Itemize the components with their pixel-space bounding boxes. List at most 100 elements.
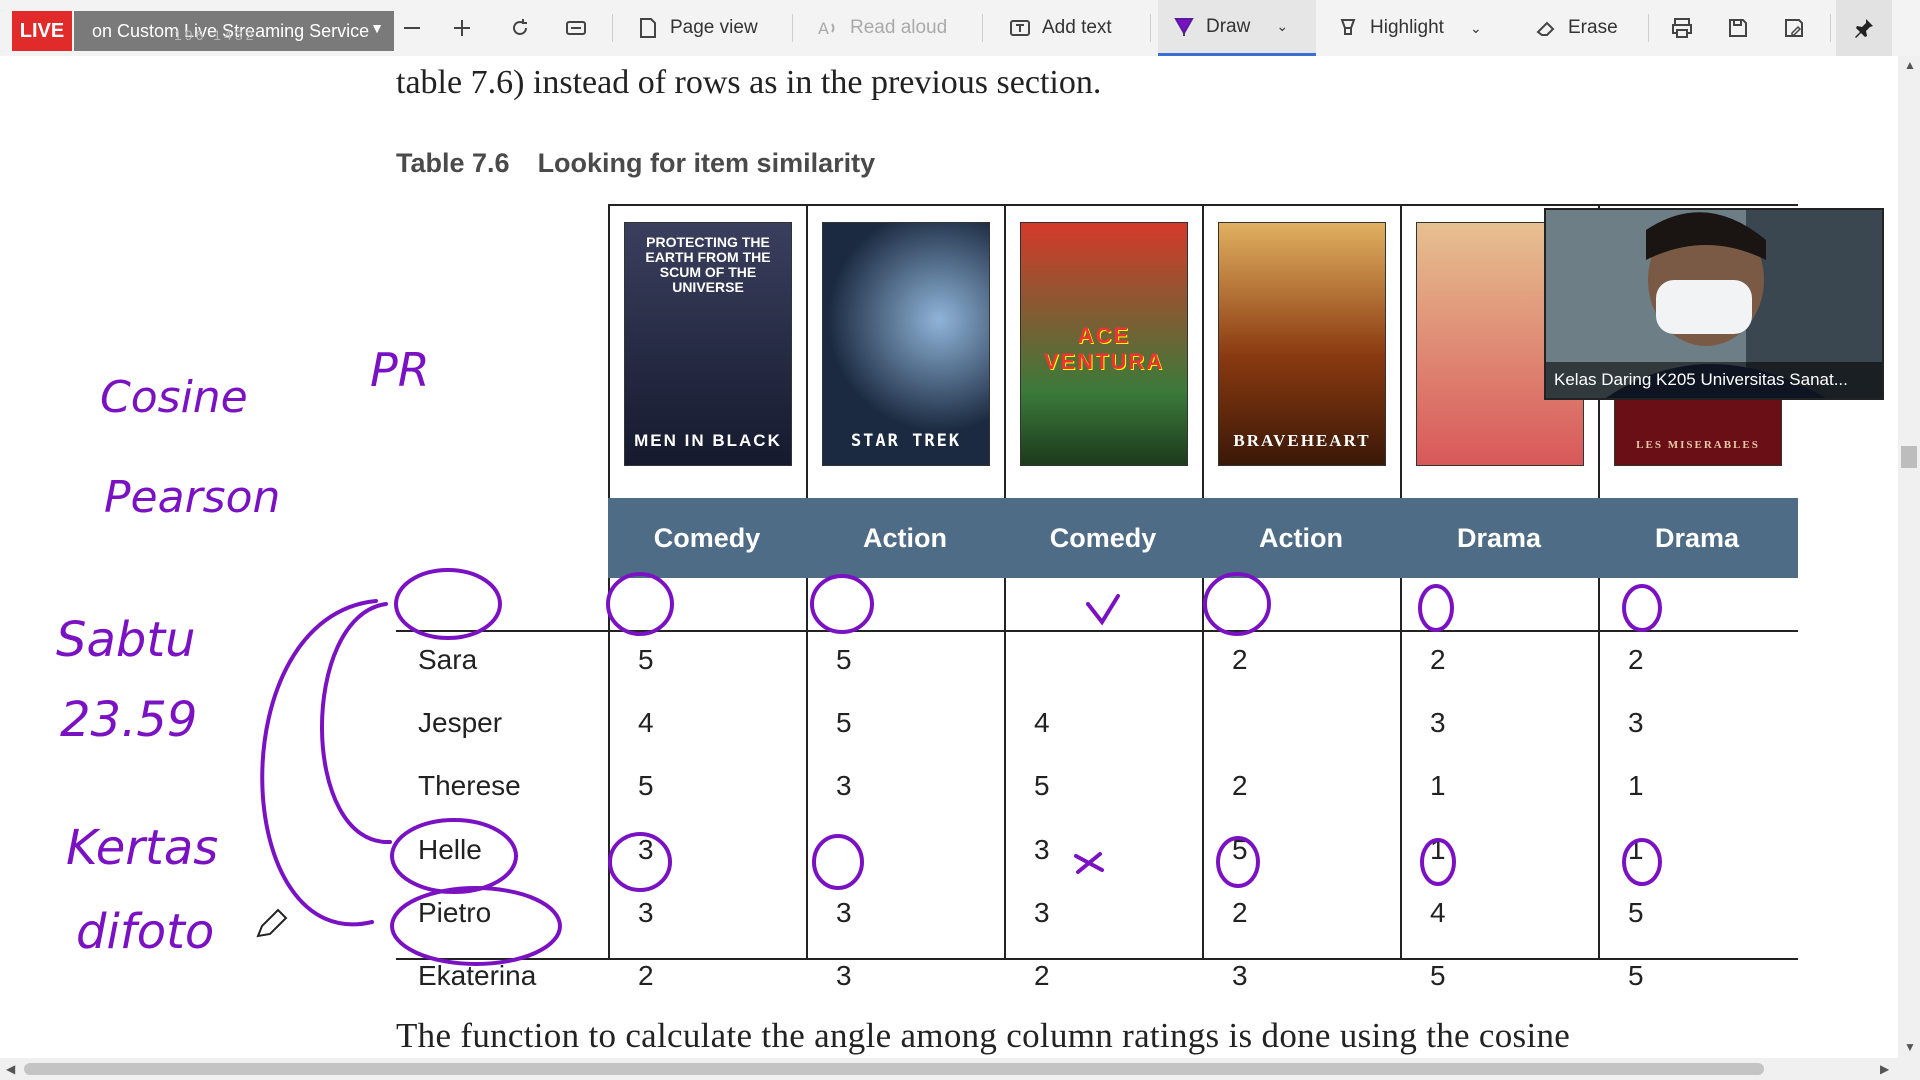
rating-cell: 3 xyxy=(1034,897,1050,928)
genre-header: Drama xyxy=(1654,522,1740,553)
rating-cell: 2 xyxy=(1232,644,1248,675)
rating-cell: 4 xyxy=(1034,707,1050,738)
user-name: Ekaterina xyxy=(418,960,537,991)
handwritten-note: 23.59 xyxy=(60,692,197,748)
genre-header: Action xyxy=(863,522,947,553)
pdf-page[interactable]: table 7.6) instead of rows as in the pre… xyxy=(0,56,1898,1058)
rating-cell: 3 xyxy=(1034,834,1050,865)
zoom-in-button[interactable] xyxy=(450,0,474,56)
scroll-down-arrow-icon[interactable]: ▼ xyxy=(1904,1040,1916,1054)
rating-cell: 3 xyxy=(1232,960,1248,991)
table-title: Looking for item similarity xyxy=(537,148,876,178)
save-as-button[interactable] xyxy=(1782,0,1806,56)
webcam-label: Kelas Daring K205 Universitas Sanat... xyxy=(1546,362,1882,398)
rating-cell: 3 xyxy=(836,770,852,801)
eraser-icon xyxy=(1536,21,1555,36)
poster-title: LES MISERABLES xyxy=(1636,439,1760,451)
movie-poster: BRAVEHEART xyxy=(1218,222,1386,466)
pin-icon xyxy=(1855,19,1873,38)
body-text-line: The function to calculate the angle amon… xyxy=(396,1016,1571,1055)
rating-cell: 3 xyxy=(836,960,852,991)
save-icon xyxy=(1729,19,1747,37)
rating-cell: 5 xyxy=(836,644,852,675)
erase-button[interactable]: Erase xyxy=(1534,0,1618,56)
page-view-label: Page view xyxy=(670,17,758,38)
rating-cell: 2 xyxy=(1034,960,1050,991)
column-divider xyxy=(608,204,610,960)
horizontal-scroll-thumb[interactable] xyxy=(24,1063,1764,1075)
genre-header: Drama xyxy=(1456,522,1542,553)
add-text-label: Add text xyxy=(1042,17,1112,38)
fit-width-button[interactable] xyxy=(564,0,588,56)
genre-header: Comedy xyxy=(1049,522,1157,553)
page-view-button[interactable]: Page view xyxy=(636,0,758,56)
rating-cell: 5 xyxy=(1628,897,1644,928)
print-button[interactable] xyxy=(1670,0,1694,56)
stream-service-select[interactable]: on Custom Live Streaming Service 196 143… xyxy=(74,11,394,51)
save-button[interactable] xyxy=(1726,0,1750,56)
highlight-label: Highlight xyxy=(1370,17,1444,38)
bracket-annotation xyxy=(320,602,392,845)
vertical-scrollbar[interactable] xyxy=(1898,56,1920,1058)
rating-cell: 5 xyxy=(1232,834,1248,865)
chevron-down-icon[interactable]: ⌄ xyxy=(1276,18,1288,35)
genre-header: Comedy xyxy=(653,522,761,553)
genre-header: Action xyxy=(1259,522,1343,553)
webcam-overlay[interactable]: Kelas Daring K205 Universitas Sanat... xyxy=(1544,208,1884,400)
user-name: Sara xyxy=(418,644,478,675)
rating-cell: 1 xyxy=(1628,834,1644,865)
toolbar-divider xyxy=(1648,14,1649,42)
rating-cell: 1 xyxy=(1628,770,1644,801)
draw-label: Draw xyxy=(1206,15,1251,37)
scroll-right-arrow-icon[interactable]: ▶ xyxy=(1880,1062,1889,1076)
vertical-scroll-thumb[interactable] xyxy=(1901,446,1917,468)
rating-cell: 2 xyxy=(1628,644,1644,675)
rating-cell: 5 xyxy=(1628,960,1644,991)
scroll-left-arrow-icon[interactable]: ◀ xyxy=(6,1062,15,1076)
scroll-up-arrow-icon[interactable]: ▲ xyxy=(1904,58,1916,72)
movie-poster: ACE VENTURA xyxy=(1020,222,1188,466)
print-icon xyxy=(1672,18,1692,38)
rating-cell: 2 xyxy=(638,960,654,991)
poster-title: MEN IN BLACK xyxy=(634,431,782,450)
rating-cell: 5 xyxy=(1430,960,1446,991)
rating-cell: 3 xyxy=(638,897,654,928)
rotate-icon xyxy=(513,19,527,35)
movie-poster: STAR TREK xyxy=(822,222,990,466)
handwritten-note: Pearson xyxy=(104,472,280,523)
handwritten-note: Cosine xyxy=(100,372,248,423)
rating-cell: 5 xyxy=(638,770,654,801)
toolbar-divider xyxy=(1150,14,1151,42)
rotate-button[interactable] xyxy=(508,0,532,56)
column-divider xyxy=(806,204,808,960)
handwritten-note: difoto xyxy=(76,904,214,960)
bracket-annotation xyxy=(260,599,378,927)
rating-cell: 1 xyxy=(1430,770,1446,801)
table-number: Table 7.6 xyxy=(396,148,510,178)
movie-poster: PROTECTING THE EARTH FROM THE SCUM OF TH… xyxy=(624,222,792,466)
pin-toolbar-button[interactable] xyxy=(1836,0,1892,56)
add-text-button[interactable]: Add text xyxy=(1008,0,1112,56)
page-number-ghost: 196 1432 xyxy=(174,27,257,43)
handwritten-note: Kertas xyxy=(66,820,218,876)
save-as-icon xyxy=(1785,19,1803,37)
page-view-icon xyxy=(640,18,656,38)
rating-cell: 5 xyxy=(836,707,852,738)
draw-button[interactable]: Draw ⌄ xyxy=(1158,0,1316,56)
draw-pen-icon xyxy=(1174,17,1194,36)
toolbar-divider xyxy=(612,14,613,42)
column-divider xyxy=(1004,204,1006,960)
table-caption: Table 7.6 Looking for item similarity xyxy=(396,148,875,179)
rating-cell: 2 xyxy=(1232,770,1248,801)
read-aloud-icon: A xyxy=(818,19,835,38)
caret-down-icon: ▼ xyxy=(370,20,384,36)
zoom-out-button[interactable] xyxy=(400,0,424,56)
poster-title: ACE VENTURA xyxy=(1043,323,1165,374)
column-divider xyxy=(1400,204,1402,960)
highlight-button[interactable]: Highlight ⌄ xyxy=(1336,0,1482,56)
svg-text:A: A xyxy=(818,19,829,38)
chevron-down-icon[interactable]: ⌄ xyxy=(1470,20,1482,37)
read-aloud-button[interactable]: A Read aloud xyxy=(816,0,947,56)
plus-icon xyxy=(454,20,470,36)
rating-cell: 1 xyxy=(1430,834,1446,865)
